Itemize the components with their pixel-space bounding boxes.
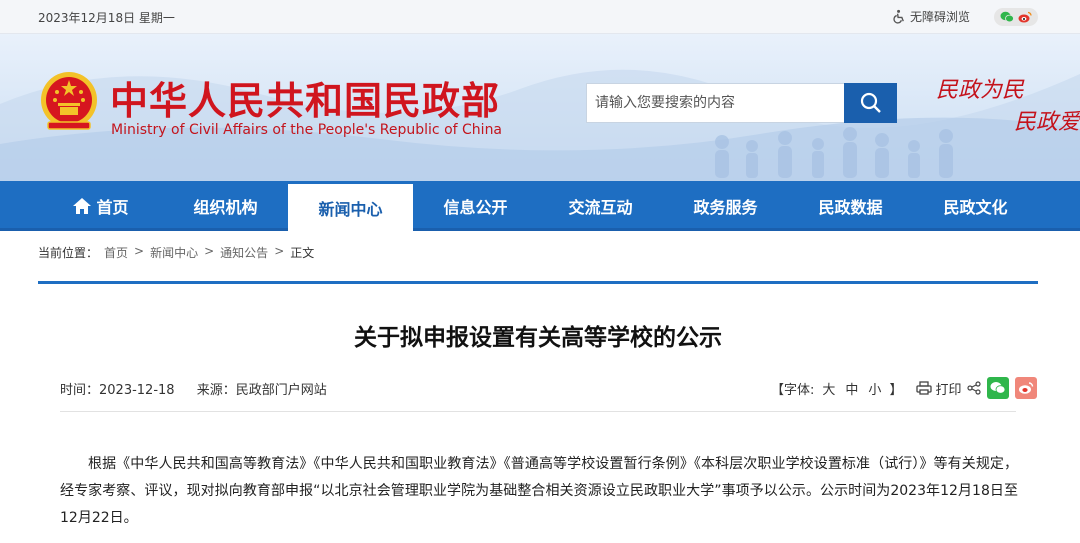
print-icon [916,381,933,395]
breadcrumb-separator: > [134,244,145,258]
nav-label: 民政文化 [943,198,1008,217]
weibo-icon[interactable] [1018,8,1032,27]
nav-item-info-disclosure[interactable]: 信息公开 [413,181,538,231]
nav-item-data[interactable]: 民政数据 [788,181,913,231]
font-size-large-button[interactable]: 大 [822,379,835,398]
font-size-close: 】 [889,382,903,398]
accessibility-link[interactable]: 无障碍浏览 [892,8,970,25]
article: 关于拟申报设置有关高等学校的公示 时间：2023-12-18 来源：民政部门户网… [38,281,1038,543]
nav-item-organization[interactable]: 组织机构 [163,181,288,231]
nav-item-culture[interactable]: 民政文化 [913,181,1038,231]
wheelchair-icon [893,9,904,24]
breadcrumb-separator: > [274,244,285,258]
article-meta: 时间：2023-12-18 来源：民政部门户网站 [60,379,345,398]
font-size-label: 【字体: [771,382,815,398]
wechat-icon[interactable] [1000,8,1014,27]
search-input[interactable] [586,83,844,123]
accessibility-label: 无障碍浏览 [910,10,971,24]
weibo-share-button[interactable] [1015,377,1038,399]
site-name-en: Ministry of Civil Affairs of the People'… [111,122,503,138]
site-name-cn: 中华人民共和国民政部 [110,79,501,123]
main-nav: 首页 组织机构 新闻中心 信息公开 交流互动 政务服务 民政数据 民政文化 [0,181,1080,231]
print-label: 打印 [935,382,962,398]
nav-label: 首页 [96,198,129,217]
breadcrumb-home[interactable]: 首页 [104,244,128,261]
nav-label: 民政数据 [818,198,883,217]
nav-label: 信息公开 [443,198,508,217]
slogan-line2: 民政爱 [1014,110,1080,135]
current-date: 2023年12月18日 星期一 [38,11,175,25]
publish-time: 时间：2023-12-18 [60,383,175,398]
site-header: 中华人民共和国民政部 Ministry of Civil Affairs of … [0,34,1080,181]
search-icon [860,92,881,113]
breadcrumb-news[interactable]: 新闻中心 [150,244,198,261]
meta-divider [60,411,1016,412]
national-emblem-icon [41,72,97,130]
breadcrumb-prefix: 当前位置： [38,246,99,260]
weibo-icon [1019,382,1034,394]
nav-item-news[interactable]: 新闻中心 [288,181,413,231]
share-icon[interactable] [967,381,982,395]
article-source: 来源：民政部门户网站 [196,383,327,398]
breadcrumb-notices[interactable]: 通知公告 [220,244,268,261]
article-title: 关于拟申报设置有关高等学校的公示 [354,325,722,351]
nav-label: 政务服务 [693,198,758,217]
top-bar: 2023年12月18日 星期一 无障碍浏览 [0,0,1080,34]
font-size-small-button[interactable]: 小 [868,379,881,398]
nav-label: 组织机构 [193,198,258,217]
breadcrumb: 当前位置： 首页 > 新闻中心 > 通知公告 > 正文 [38,244,314,261]
nav-label: 交流互动 [568,198,633,217]
search-button[interactable] [844,83,897,123]
article-tools: 【字体: 大 中 小 】 打印 [771,377,1038,399]
font-size-medium-button[interactable]: 中 [845,379,858,398]
nav-item-home[interactable]: 首页 [38,181,163,231]
breadcrumb-current: 正文 [290,246,315,260]
print-button[interactable]: 打印 [916,379,961,398]
nav-item-interaction[interactable]: 交流互动 [538,181,663,231]
nav-label: 新闻中心 [318,199,383,219]
search-box [586,83,897,123]
nav-item-services[interactable]: 政务服务 [663,181,788,231]
wechat-icon [990,382,1006,394]
social-links [994,8,1038,26]
wechat-share-button[interactable] [987,377,1010,399]
home-icon [73,198,92,214]
article-body: 根据《中华人民共和国高等教育法》《中华人民共和国职业教育法》《普通高等学校设置暂… [60,456,1018,526]
slogan-line1: 民政为民 [936,78,1025,103]
breadcrumb-separator: > [204,244,215,258]
